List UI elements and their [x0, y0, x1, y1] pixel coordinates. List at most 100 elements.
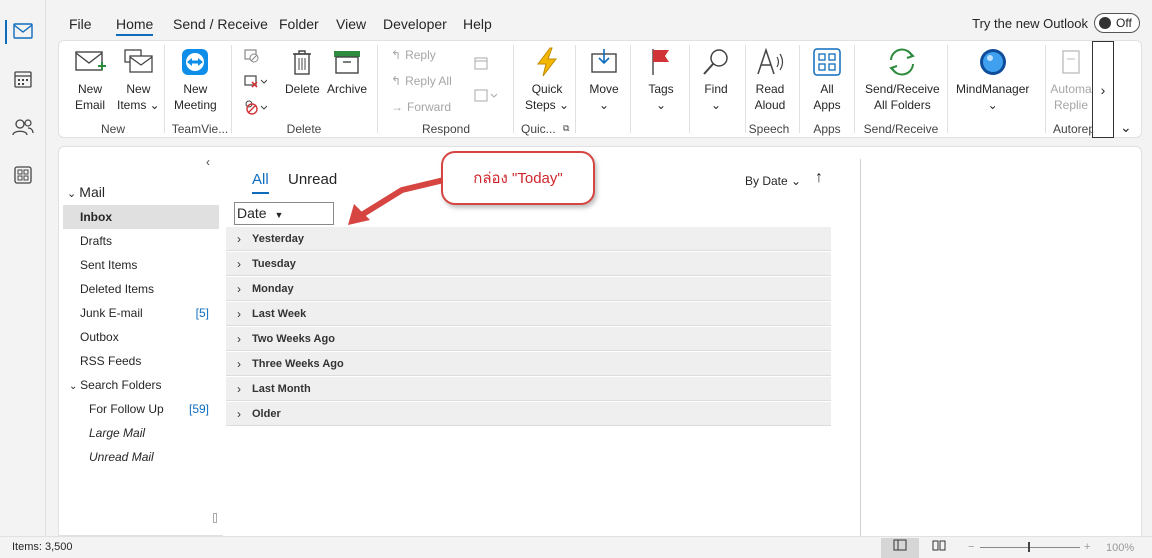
ribbon-separator: [164, 45, 165, 133]
all-apps-button[interactable]: All Apps: [810, 45, 844, 113]
filter-all-tab[interactable]: All: [252, 171, 269, 194]
tab-help[interactable]: Help: [463, 16, 492, 32]
new-outlook-toggle[interactable]: Off: [1094, 13, 1140, 33]
chevron-right-icon: ›: [237, 332, 241, 346]
folder-outbox[interactable]: Outbox: [63, 325, 219, 349]
group-three-weeks-ago[interactable]: › Three Weeks Ago: [226, 352, 831, 376]
tags-button[interactable]: Tags ⌄: [644, 45, 678, 113]
folder-large-mail[interactable]: Large Mail: [63, 421, 219, 445]
junk-button[interactable]: [243, 99, 268, 118]
filter-unread-tab[interactable]: Unread: [288, 171, 337, 188]
folder-junk-email[interactable]: Junk E-mail [5]: [63, 301, 219, 325]
new-email-icon: [73, 45, 107, 79]
tab-developer[interactable]: Developer: [383, 16, 447, 32]
folder-sent-items[interactable]: Sent Items: [63, 253, 219, 277]
scrollbar-handle[interactable]: [213, 513, 217, 523]
zoom-out-button[interactable]: −: [968, 537, 974, 557]
sort-by-dropdown[interactable]: By Date ⌄: [745, 174, 801, 188]
forward-button[interactable]: → Forward: [391, 100, 451, 114]
zoom-in-button[interactable]: +: [1084, 537, 1090, 557]
group-older[interactable]: › Older: [226, 402, 831, 426]
folder-unread-mail[interactable]: Unread Mail: [63, 445, 219, 469]
group-tuesday[interactable]: › Tuesday: [226, 252, 831, 276]
zoom-slider[interactable]: [980, 547, 1080, 548]
apps-nav-button[interactable]: [0, 158, 46, 194]
annotation-arrow: [348, 177, 447, 225]
dialog-launcher-icon[interactable]: ⧉: [563, 123, 569, 134]
group-monday[interactable]: › Monday: [226, 277, 831, 301]
ribbon-separator: [745, 45, 746, 133]
ignore-button[interactable]: [243, 47, 259, 66]
mindmanager-dropdown-icon: ⌄: [987, 98, 998, 112]
new-meeting-button[interactable]: New Meeting: [174, 45, 217, 113]
calendar-nav-button[interactable]: [0, 62, 46, 98]
group-yesterday[interactable]: › Yesterday: [226, 227, 831, 251]
chevron-right-icon: ›: [237, 307, 241, 321]
mail-nav-button[interactable]: [0, 14, 46, 50]
reply-all-button[interactable]: ↰ Reply All: [391, 74, 452, 88]
chevron-right-icon: ›: [1100, 81, 1106, 98]
collapse-ribbon-button[interactable]: ⌄: [1120, 119, 1132, 136]
folder-drafts[interactable]: Drafts: [63, 229, 219, 253]
sort-direction-button[interactable]: ↑: [815, 169, 823, 187]
new-email-button[interactable]: New Email: [73, 45, 107, 113]
flag-icon: [644, 45, 678, 79]
search-icon: [699, 45, 733, 79]
delete-label: Delete: [285, 82, 320, 96]
mindmanager-button[interactable]: MindManager ⌄: [956, 45, 1029, 113]
archive-button[interactable]: Archive: [327, 45, 367, 97]
annotation-callout: กล่อง "Today": [441, 151, 595, 205]
ribbon-more-button[interactable]: ›: [1092, 41, 1114, 138]
folder-rss-feeds[interactable]: RSS Feeds: [63, 349, 219, 373]
tab-view[interactable]: View: [336, 16, 366, 32]
mail-folder-header[interactable]: ⌄ Mail: [67, 184, 105, 200]
normal-view-button[interactable]: [881, 538, 919, 558]
automatic-replies-button[interactable]: Automa Replie: [1050, 45, 1092, 113]
folder-label: For Follow Up: [89, 402, 164, 416]
clean-up-button[interactable]: [243, 73, 268, 92]
toggle-knob: [1099, 17, 1111, 29]
sort-by-label: By Date: [745, 174, 788, 188]
read-aloud-button[interactable]: Read Aloud: [753, 45, 787, 113]
group-label: Three Weeks Ago: [252, 358, 344, 370]
chevron-right-icon: ›: [237, 357, 241, 371]
folder-for-follow-up[interactable]: For Follow Up [59]: [63, 397, 219, 421]
collapse-folder-pane-button[interactable]: ‹: [206, 155, 210, 169]
reply-button[interactable]: ↰ Reply: [391, 48, 436, 62]
meeting-reply-button[interactable]: [473, 55, 489, 74]
tab-send-receive[interactable]: Send / Receive: [173, 16, 268, 32]
find-label: Find: [704, 82, 728, 96]
lightning-icon: [530, 45, 564, 79]
tab-file[interactable]: File: [69, 16, 92, 32]
more-respond-icon: [473, 87, 498, 106]
tab-folder[interactable]: Folder: [279, 16, 319, 32]
new-items-button[interactable]: New Items ⌄: [117, 45, 160, 113]
app-bar: [0, 0, 46, 536]
group-last-month[interactable]: › Last Month: [226, 377, 831, 401]
tab-home[interactable]: Home: [116, 16, 154, 36]
delete-button[interactable]: Delete: [285, 45, 320, 97]
zoom-slider-thumb[interactable]: [1028, 542, 1030, 552]
pane-divider[interactable]: [860, 159, 861, 537]
reading-view-icon: [932, 538, 946, 558]
group-last-week[interactable]: › Last Week: [226, 302, 831, 326]
new-items-label-2: Items ⌄: [117, 98, 160, 112]
caret-down-icon: ▼: [274, 210, 284, 220]
ribbon-separator: [689, 45, 690, 133]
chevron-down-icon: ⌄: [791, 174, 802, 188]
group-two-weeks-ago[interactable]: › Two Weeks Ago: [226, 327, 831, 351]
date-column-header[interactable]: Date ▼: [234, 202, 334, 225]
folder-search-folders[interactable]: ⌄ Search Folders: [63, 373, 219, 397]
quick-steps-button[interactable]: Quick Steps ⌄: [525, 45, 569, 113]
reply-all-label: Reply All: [405, 74, 452, 88]
send-receive-all-button[interactable]: Send/Receive All Folders: [865, 45, 940, 113]
folder-deleted-items[interactable]: Deleted Items: [63, 277, 219, 301]
find-button[interactable]: Find ⌄: [699, 45, 733, 113]
move-button[interactable]: Move ⌄: [587, 45, 621, 113]
try-new-outlook-label: Try the new Outlook: [972, 16, 1088, 31]
folder-label: Unread Mail: [89, 450, 154, 464]
reading-view-button[interactable]: [920, 538, 958, 558]
people-nav-button[interactable]: [0, 110, 46, 146]
more-respond-button[interactable]: [473, 87, 498, 106]
folder-inbox[interactable]: Inbox: [63, 205, 219, 229]
